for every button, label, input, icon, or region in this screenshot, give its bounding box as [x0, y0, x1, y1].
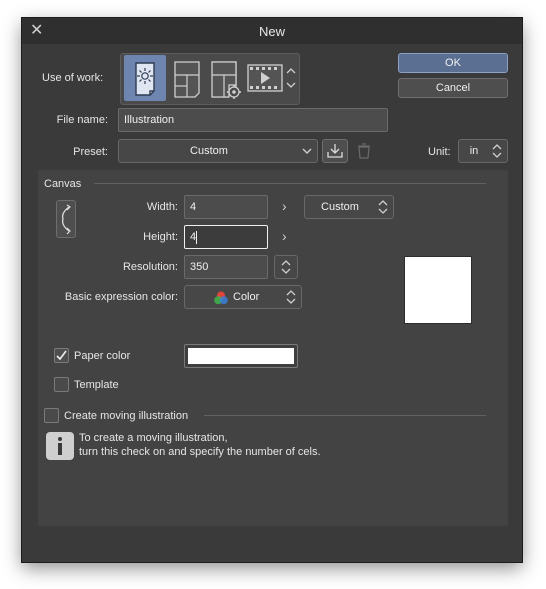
- illustration-icon: [135, 62, 155, 96]
- paper-color-swatch[interactable]: [184, 344, 298, 368]
- width-label: Width:: [146, 201, 178, 213]
- swap-width-height-button[interactable]: [56, 200, 76, 238]
- color-circles-icon: [214, 291, 228, 305]
- comic-page-icon: [174, 61, 200, 98]
- template-checkbox[interactable]: [54, 377, 69, 392]
- paper-color-fill: [188, 348, 294, 364]
- unit-value: in: [469, 145, 479, 157]
- checkmark-icon: [56, 350, 67, 361]
- unit-dropdown[interactable]: in: [458, 139, 508, 163]
- height-input[interactable]: 4: [184, 225, 268, 249]
- up-down-arrows-icon: [281, 260, 291, 274]
- info-icon: [46, 432, 74, 460]
- canvas-preview: [404, 256, 472, 324]
- width-input[interactable]: 4: [184, 195, 268, 219]
- preset-dropdown[interactable]: Custom: [118, 139, 318, 163]
- use-of-work-comic-settings[interactable]: [207, 57, 243, 101]
- use-of-work-selector: [120, 53, 300, 105]
- save-preset-icon: [327, 144, 343, 158]
- text-cursor: [196, 230, 198, 244]
- new-dialog: ✕ New Use of work: OK Cancel File name: …: [22, 18, 522, 562]
- info-text-line2: turn this check on and specify the numbe…: [79, 446, 321, 458]
- use-of-work-animation[interactable]: [245, 57, 285, 101]
- comic-settings-icon: [211, 61, 241, 99]
- dialog-title: New: [258, 24, 285, 39]
- chevron-down-icon: [302, 148, 312, 154]
- swap-orientation-icon: [61, 204, 71, 235]
- preset-label: Preset:: [73, 146, 108, 158]
- use-of-work-label: Use of work:: [42, 72, 104, 84]
- height-link-chevron-icon[interactable]: ›: [282, 228, 287, 244]
- up-down-arrows-icon: [492, 144, 502, 158]
- use-of-work-comic[interactable]: [169, 57, 205, 101]
- width-link-chevron-icon[interactable]: ›: [282, 198, 287, 214]
- moving-illustration-checkbox[interactable]: [44, 408, 59, 423]
- animation-icon: [247, 64, 283, 92]
- cancel-button[interactable]: Cancel: [398, 78, 508, 98]
- moving-illustration-separator: [204, 415, 486, 416]
- title-bar: ✕ New: [22, 18, 522, 44]
- up-down-arrows-icon: [378, 200, 388, 214]
- up-down-arrows-icon: [286, 290, 296, 304]
- paper-color-label: Paper color: [74, 350, 131, 362]
- expression-color-value: Color: [233, 291, 260, 303]
- resolution-stepper[interactable]: [274, 255, 298, 279]
- canvas-panel: Canvas Width: 4 › Custom Height: 4 › Res…: [38, 170, 508, 526]
- trash-icon: [358, 143, 370, 159]
- size-preset-dropdown[interactable]: Custom: [304, 195, 394, 219]
- register-preset-button[interactable]: [322, 139, 348, 163]
- height-label: Height:: [143, 231, 178, 243]
- paper-color-checkbox[interactable]: [54, 348, 69, 363]
- resolution-input[interactable]: 350: [184, 255, 268, 279]
- use-of-work-scroll[interactable]: [285, 64, 297, 92]
- file-name-label: File name:: [56, 114, 108, 126]
- canvas-section-label: Canvas: [44, 178, 82, 190]
- file-name-input[interactable]: Illustration: [118, 108, 388, 132]
- ok-button[interactable]: OK: [398, 53, 508, 73]
- unit-label: Unit:: [428, 146, 451, 158]
- delete-preset-button[interactable]: [356, 141, 372, 161]
- up-down-arrows-icon: [286, 68, 296, 88]
- expression-color-label: Basic expression color:: [64, 291, 178, 303]
- size-preset-value: Custom: [321, 201, 359, 213]
- moving-illustration-label: Create moving illustration: [64, 410, 189, 422]
- preset-value: Custom: [190, 145, 228, 157]
- expression-color-dropdown[interactable]: Color: [184, 285, 302, 309]
- resolution-label: Resolution:: [122, 261, 178, 273]
- use-of-work-illustration[interactable]: [124, 55, 166, 101]
- canvas-separator: [94, 183, 486, 184]
- info-text-line1: To create a moving illustration,: [79, 432, 228, 444]
- template-label: Template: [74, 379, 119, 391]
